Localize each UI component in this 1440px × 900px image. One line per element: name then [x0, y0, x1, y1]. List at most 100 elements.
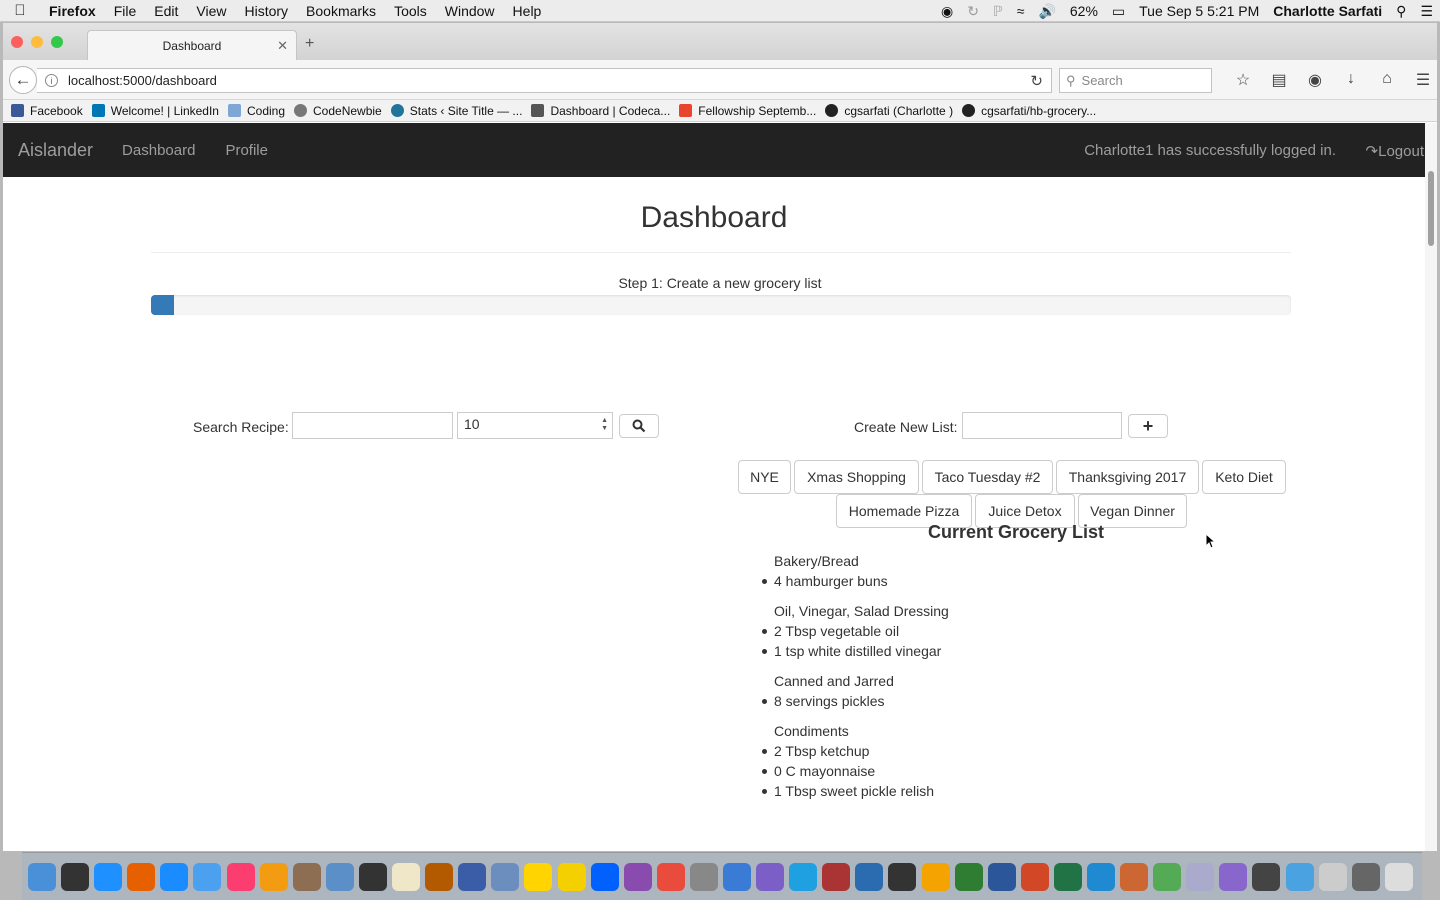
menu-edit[interactable]: Edit [145, 3, 187, 19]
recipe-search-button[interactable] [619, 414, 659, 438]
dock-app-icon[interactable] [656, 862, 685, 891]
dock-app-icon[interactable] [259, 862, 288, 891]
bookmark-fellowship[interactable]: Fellowship Septemb... [679, 104, 816, 118]
time-machine-icon[interactable]: ↻ [960, 3, 986, 20]
menu-file[interactable]: File [105, 3, 146, 19]
dock-app-icon[interactable] [193, 862, 222, 891]
dock-app-icon[interactable] [425, 862, 454, 891]
bookmark-github-repo[interactable]: cgsarfati/hb-grocery... [962, 104, 1096, 118]
dock-app-icon[interactable] [226, 862, 255, 891]
list-button-keto-diet[interactable]: Keto Diet [1202, 460, 1286, 494]
close-tab-icon[interactable]: ✕ [277, 38, 288, 54]
dock-app-icon[interactable] [127, 862, 156, 891]
create-list-button[interactable]: + [1128, 414, 1168, 438]
minimize-window-button[interactable] [31, 36, 43, 48]
recipe-search-input[interactable] [292, 412, 453, 439]
site-brand[interactable]: Aislander [18, 140, 93, 161]
list-button-taco-tuesday[interactable]: Taco Tuesday #2 [922, 460, 1053, 494]
dock-app-icon[interactable] [1020, 862, 1049, 891]
bookmark-star-icon[interactable]: ☆ [1225, 70, 1261, 90]
close-window-button[interactable] [11, 36, 23, 48]
menu-view[interactable]: View [187, 3, 235, 19]
pocket-icon[interactable]: ◉ [1297, 70, 1333, 90]
dock-app-icon[interactable] [392, 862, 421, 891]
dock-app-icon[interactable] [358, 862, 387, 891]
dock-app-icon[interactable] [1053, 862, 1082, 891]
logout-link[interactable]: ↷Logout [1366, 142, 1424, 160]
dock-app-icon[interactable] [557, 862, 586, 891]
clock[interactable]: Tue Sep 5 5:21 PM [1132, 3, 1266, 19]
menu-help[interactable]: Help [504, 3, 551, 19]
bookmark-codecademy[interactable]: Dashboard | Codeca... [531, 104, 670, 118]
list-button-thanksgiving[interactable]: Thanksgiving 2017 [1056, 460, 1199, 494]
home-icon[interactable]: ⌂ [1369, 70, 1405, 90]
dock-app-icon[interactable] [292, 862, 321, 891]
dock-app-icon[interactable] [822, 862, 851, 891]
new-tab-button[interactable]: + [305, 35, 314, 53]
list-button-xmas-shopping[interactable]: Xmas Shopping [794, 460, 919, 494]
wifi-icon[interactable]: ≈ [1010, 3, 1032, 19]
browser-search-box[interactable]: ⚲ Search [1059, 68, 1212, 93]
apple-icon[interactable]:  [0, 2, 40, 19]
dock-app-icon[interactable] [1318, 862, 1347, 891]
scrollbar-thumb[interactable] [1428, 171, 1434, 246]
zoom-window-button[interactable] [51, 36, 63, 48]
dock-app-icon[interactable] [921, 862, 950, 891]
dock-app-icon[interactable] [1351, 862, 1380, 891]
record-icon[interactable]: ◉ [934, 3, 960, 20]
dock-app-icon[interactable] [722, 862, 751, 891]
dock-app-icon[interactable] [160, 862, 189, 891]
dock-app-icon[interactable] [987, 862, 1016, 891]
bookmark-stats[interactable]: Stats ‹ Site Title — ... [390, 104, 522, 118]
dock-app-icon[interactable] [1186, 862, 1215, 891]
dock-app-icon[interactable] [491, 862, 520, 891]
address-bar[interactable]: i localhost:5000/dashboard ↻ [37, 68, 1052, 93]
dock-app-icon[interactable] [789, 862, 818, 891]
reload-icon[interactable]: ↻ [1030, 72, 1043, 90]
dock-app-icon[interactable] [954, 862, 983, 891]
spinner-arrows-icon[interactable]: ▲ ▼ [601, 417, 608, 433]
user-name[interactable]: Charlotte Sarfati [1266, 3, 1389, 19]
bookmark-linkedin[interactable]: Welcome! | LinkedIn [91, 104, 219, 118]
new-list-input[interactable] [962, 412, 1122, 439]
results-count-input[interactable]: 10 ▲ ▼ [457, 412, 613, 439]
dock-app-icon[interactable] [888, 862, 917, 891]
download-icon[interactable]: ↓ [1333, 70, 1369, 90]
dock-app-icon[interactable] [524, 862, 553, 891]
tab-dashboard[interactable]: Dashboard ✕ [87, 30, 297, 60]
menu-window[interactable]: Window [436, 3, 504, 19]
dock-app-icon[interactable] [623, 862, 652, 891]
menu-history[interactable]: History [235, 3, 297, 19]
dock-app-icon[interactable] [1153, 862, 1182, 891]
dock-app-icon[interactable] [1285, 862, 1314, 891]
nav-profile[interactable]: Profile [210, 142, 283, 159]
info-icon[interactable]: i [45, 74, 58, 87]
battery-percent[interactable]: 62% [1063, 3, 1105, 19]
bookmark-github-profile[interactable]: cgsarfati (Charlotte ) [825, 104, 953, 118]
nav-dashboard[interactable]: Dashboard [107, 142, 210, 159]
dock-app-icon[interactable] [1219, 862, 1248, 891]
bluetooth-icon[interactable]: ℙ [986, 3, 1010, 20]
dock-app-icon[interactable] [325, 862, 354, 891]
menu-bookmarks[interactable]: Bookmarks [297, 3, 385, 19]
dock-app-icon[interactable] [458, 862, 487, 891]
menu-tools[interactable]: Tools [385, 3, 436, 19]
dock-app-icon[interactable] [1087, 862, 1115, 891]
dock-app-icon[interactable] [94, 862, 123, 891]
spotlight-icon[interactable]: ⚲ [1389, 3, 1413, 20]
menu-app-name[interactable]: Firefox [40, 3, 105, 19]
list-button-nye[interactable]: NYE [738, 460, 791, 494]
dock-app-icon[interactable] [590, 862, 619, 891]
dock-app-icon[interactable] [1252, 862, 1281, 891]
volume-icon[interactable]: 🔊 [1031, 3, 1062, 20]
dock-app-icon[interactable] [689, 862, 718, 891]
battery-icon[interactable]: ▭ [1105, 3, 1132, 20]
dock-app-icon[interactable] [756, 862, 785, 891]
dock-app-icon[interactable] [855, 862, 884, 891]
notification-center-icon[interactable]: ☰ [1413, 3, 1440, 20]
page-scrollbar[interactable] [1425, 123, 1437, 851]
bookmark-folder-coding[interactable]: Coding [227, 104, 285, 118]
hamburger-menu-icon[interactable]: ☰ [1405, 70, 1437, 90]
reading-list-icon[interactable]: ▤ [1261, 70, 1297, 90]
bookmark-codenewbie[interactable]: CodeNewbie [294, 104, 382, 118]
